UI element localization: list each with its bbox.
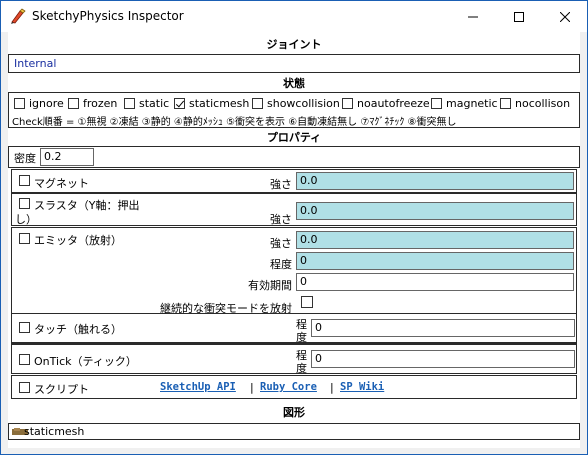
- static-checkbox[interactable]: [124, 98, 135, 109]
- ignore-checkbox[interactable]: [14, 98, 25, 109]
- emitter-continuous-checkbox[interactable]: [301, 296, 313, 308]
- ontick-checkbox[interactable]: [19, 354, 30, 365]
- shape-header: 図形: [283, 406, 305, 419]
- joint-header: ジョイント: [266, 38, 322, 51]
- link-separator-1: |: [250, 381, 254, 394]
- density-row: 密度 0.2: [8, 146, 580, 168]
- touch-label: タッチ（触れる）: [34, 323, 122, 336]
- thruster-strength-label: 強さ: [270, 213, 292, 226]
- showcollision-label: showcollision: [267, 97, 340, 110]
- magnet-strength-input[interactable]: 0.0: [296, 172, 574, 190]
- inspector-window: SketchyPhysics Inspector ジョイント Internal …: [0, 0, 588, 455]
- noautofreeze-checkbox[interactable]: [342, 98, 353, 109]
- density-label: 密度: [14, 152, 36, 165]
- emitter-rate-input[interactable]: 0: [296, 252, 574, 270]
- sketchup-api-link[interactable]: SketchUp API: [160, 381, 236, 393]
- sp-wiki-link[interactable]: SP Wiki: [340, 381, 384, 393]
- close-button[interactable]: [542, 1, 588, 32]
- ruby-core-link[interactable]: Ruby Core: [260, 381, 317, 393]
- emitter-strength-label: 強さ: [270, 237, 292, 250]
- minimize-button[interactable]: [450, 1, 496, 32]
- emitter-rate-value: 0: [300, 254, 307, 267]
- maximize-icon: [514, 11, 524, 22]
- static-label: static: [139, 97, 170, 110]
- magnet-strength-value: 0.0: [300, 174, 318, 187]
- magnetic-checkbox[interactable]: [431, 98, 442, 109]
- joint-field[interactable]: Internal: [8, 54, 580, 73]
- close-icon: [560, 11, 570, 22]
- touch-checkbox[interactable]: [19, 322, 30, 333]
- thruster-row: スラスタ（Y軸：押出 し） 強さ 0.0: [11, 193, 577, 226]
- ontick-row: OnTick（ティック） 程 度 0: [11, 344, 577, 375]
- emitter-lifetime-input[interactable]: 0: [296, 273, 574, 291]
- magnet-label: マグネット: [34, 177, 89, 190]
- thruster-label-line2: し）: [15, 213, 37, 226]
- state-header: 状態: [283, 77, 305, 90]
- touch-row: タッチ（触れる） 程 度 0: [11, 313, 577, 344]
- state-panel: ignore frozen static staticmesh showcoll…: [8, 92, 580, 128]
- frozen-label: frozen: [83, 97, 118, 110]
- ontick-rate-input[interactable]: 0: [311, 350, 575, 368]
- density-input[interactable]: 0.2: [40, 148, 94, 166]
- nocollison-label: nocollison: [515, 97, 571, 110]
- touch-rate-value: 0: [315, 321, 322, 334]
- showcollision-checkbox[interactable]: [252, 98, 263, 109]
- emitter-lifetime-label: 有効期間: [248, 279, 292, 292]
- staticmesh-checkbox[interactable]: [174, 98, 185, 109]
- emitter-strength-input[interactable]: 0.0: [296, 231, 574, 249]
- thruster-strength-value: 0.0: [300, 204, 318, 217]
- magnetic-label: magnetic: [446, 97, 498, 110]
- script-label: スクリプト: [34, 383, 89, 396]
- maximize-button[interactable]: [496, 1, 542, 32]
- window-title: SketchyPhysics Inspector: [32, 9, 184, 23]
- density-value: 0.2: [44, 150, 62, 163]
- magnet-checkbox[interactable]: [19, 175, 30, 186]
- ontick-rate-label-2: 度: [296, 362, 307, 375]
- script-checkbox[interactable]: [19, 382, 30, 393]
- properties-header: プロパティ: [266, 131, 322, 144]
- script-row: スクリプト SketchUp API | Ruby Core | SP Wiki: [11, 375, 577, 399]
- frozen-checkbox[interactable]: [68, 98, 79, 109]
- emitter-rate-label: 程度: [270, 258, 292, 271]
- nocollison-checkbox[interactable]: [500, 98, 511, 109]
- sketchyphysics-app-icon: [11, 8, 26, 24]
- touch-rate-input[interactable]: 0: [311, 319, 575, 337]
- magnet-strength-label: 強さ: [270, 178, 292, 191]
- staticmesh-label: staticmesh: [189, 97, 250, 110]
- shape-field: staticmesh: [8, 423, 580, 440]
- magnet-row: マグネット 強さ 0.0: [11, 169, 577, 193]
- thruster-label-line1: スラスタ（Y軸：押出: [34, 199, 140, 212]
- emitter-strength-value: 0.0: [300, 233, 318, 246]
- check-order-legend: Check順番 = ①無視 ②凍結 ③静的 ④静的ﾒｯｼｭ ⑤衝突を表示 ⑥自動…: [12, 117, 457, 128]
- emitter-checkbox[interactable]: [19, 233, 30, 244]
- ignore-label: ignore: [29, 97, 64, 110]
- thruster-strength-input[interactable]: 0.0: [296, 202, 574, 220]
- touch-rate-label-2: 度: [296, 331, 307, 344]
- title-bar[interactable]: SketchyPhysics Inspector: [1, 1, 587, 32]
- noautofreeze-label: noautofreeze: [357, 97, 430, 110]
- link-separator-2: |: [330, 381, 334, 394]
- inspector-content: ジョイント Internal 状態 ignore frozen static s…: [8, 32, 580, 448]
- shape-value: staticmesh: [24, 425, 85, 438]
- minimize-icon: [468, 16, 478, 17]
- joint-value: Internal: [14, 57, 57, 70]
- ontick-label: OnTick（ティック）: [34, 355, 137, 368]
- thruster-checkbox[interactable]: [19, 198, 30, 209]
- ontick-rate-value: 0: [315, 352, 322, 365]
- emitter-lifetime-value: 0: [300, 275, 307, 288]
- emitter-label: エミッタ（放射）: [34, 234, 122, 247]
